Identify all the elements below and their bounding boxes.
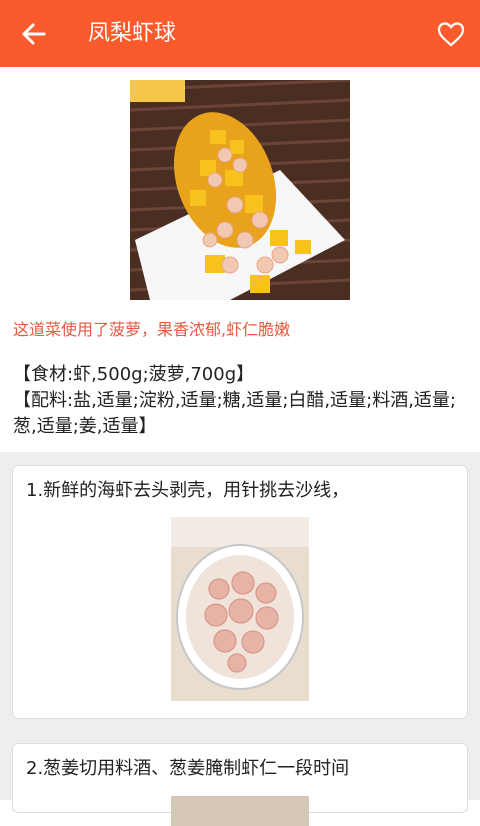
- step-image: [171, 517, 309, 701]
- recipe-intro: 这道菜使用了菠萝，果香浓郁,虾仁脆嫩: [13, 320, 291, 339]
- arrow-left-icon: [22, 23, 46, 45]
- main-ingredients: 【食材:虾,500g;菠萝,700g】: [13, 364, 255, 385]
- seasoning-ingredients: 【配料:盐,适量;淀粉,适量;糖,适量;白醋,适量;料酒,适量;葱,适量;姜,适…: [13, 390, 456, 437]
- step-image: [171, 796, 309, 826]
- dish-image: [130, 80, 350, 300]
- page-title: 凤梨虾球: [88, 21, 177, 46]
- ingredients: 【食材:虾,500g;菠萝,700g】 【配料:盐,适量;淀粉,适量;糖,适量;…: [13, 362, 468, 440]
- step-text: 2.葱姜切用料酒、葱姜腌制虾仁一段时间: [26, 758, 350, 779]
- app-bar: 凤梨虾球: [0, 0, 480, 67]
- step-card: 1.新鲜的海虾去头剥壳，用针挑去沙线，: [12, 465, 468, 719]
- back-button[interactable]: [18, 19, 50, 49]
- favorite-button[interactable]: [436, 20, 466, 48]
- step-text: 1.新鲜的海虾去头剥壳，用针挑去沙线，: [26, 480, 350, 501]
- heart-outline-icon: [437, 22, 465, 47]
- step-card: 2.葱姜切用料酒、葱姜腌制虾仁一段时间: [12, 743, 468, 826]
